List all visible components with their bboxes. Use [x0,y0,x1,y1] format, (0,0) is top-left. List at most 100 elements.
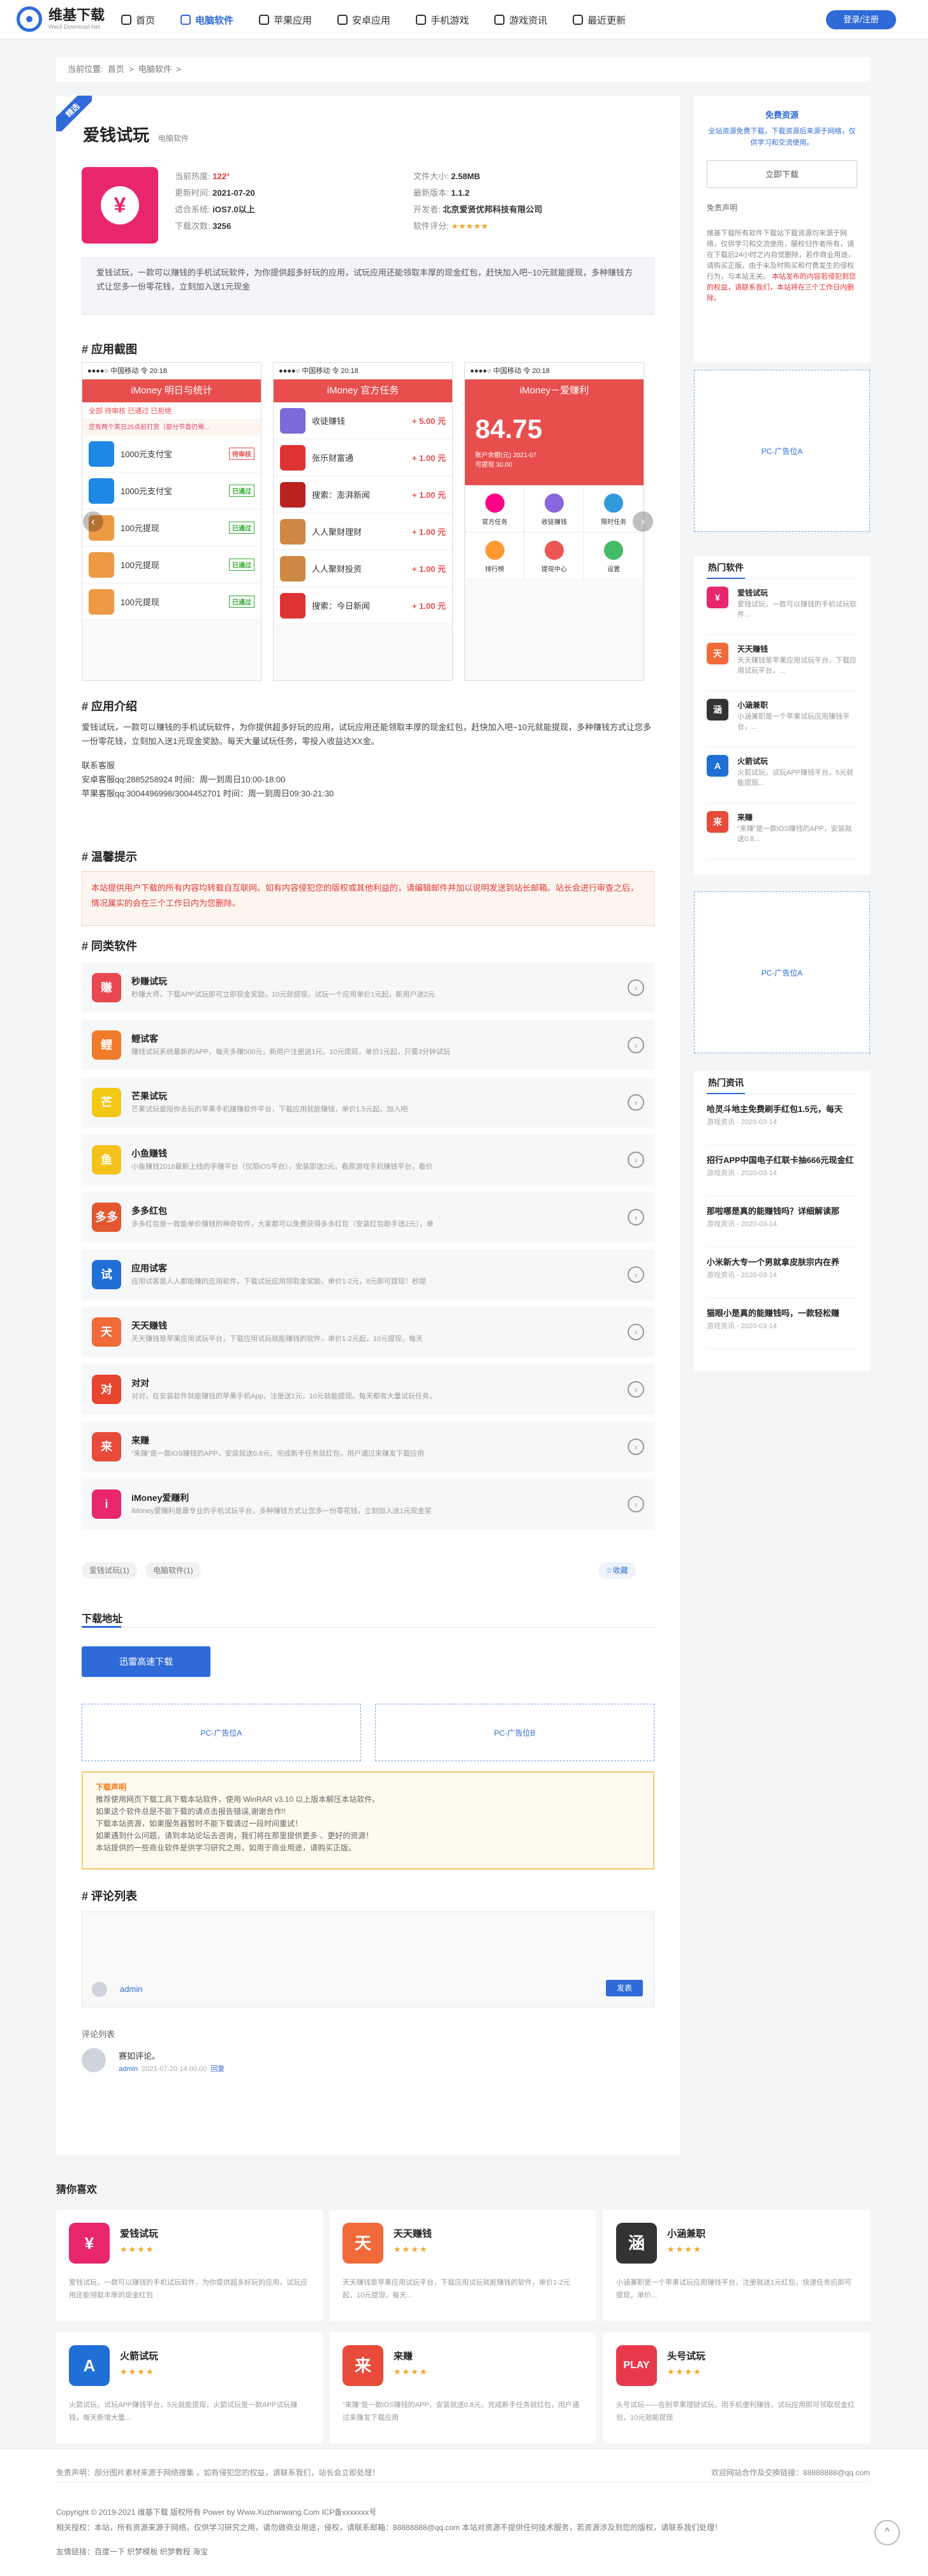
chevron-right-icon[interactable]: › [628,1324,644,1340]
gamepad-icon [416,15,427,25]
hot-software-item[interactable]: A 火箭试玩 火箭试玩，试玩APP赚钱平台，5元就能提现... [707,747,857,803]
ad-slot-b[interactable]: PC-广告位B [375,1704,654,1761]
gallery-next-arrow-icon[interactable]: › [633,511,653,532]
rating-stars: ★★★★ [394,2367,429,2376]
tag-category[interactable]: 电脑软件(1) [145,1562,201,1579]
similar-app-item[interactable]: 鱼 小鱼赚钱 小鱼赚钱2016最新上线的手赚平台（仅限iOS平台），安装即送2元… [82,1135,654,1185]
main-nav: 首页 电脑软件 苹果应用 安卓应用 手机游戏 游戏资讯 最近更新 [121,0,651,40]
similar-app-item[interactable]: 芒 芒果试玩 芒果试玩是陪你去玩的苹果手机赚赚软件平台，下载应用就能赚钱，单价1… [82,1078,654,1127]
app-icon: 芒 [92,1088,121,1117]
site-logo[interactable]: 维基下载 WeiJi Download Net [17,6,105,32]
back-to-top-icon[interactable]: ^ [874,2520,900,2545]
download-notice: 下载声明 推荐使用网页下载工具下载本站软件，使用 WinRAR v3.10 以上… [82,1771,654,1870]
app-summary: 爱钱试玩，一款可以赚钱的手机试玩软件，为你提供超多好玩的应用，试玩应用还能领取丰… [82,258,654,315]
similar-app-item[interactable]: 来 来赚 “来赚”是一款iOS赚钱的APP，安装就送0.8元，完成新手任务就红包… [82,1422,654,1472]
nav-apple-apps[interactable]: 苹果应用 [259,0,312,40]
nav-home[interactable]: 首页 [121,0,155,40]
download-now-button[interactable]: 立即下载 [707,160,857,188]
similar-app-item[interactable]: 多多 多多红包 多多红包是一款能单价赚钱的神奇软件，大家都可以免费获得多多红包（… [82,1192,654,1242]
screenshot-1[interactable]: ●●●●○ 中国移动 令 20:18 iMoney 明日与统计 全部 待审核 已… [82,362,261,681]
app-icon: 来 [707,811,728,833]
hot-news-item[interactable]: 小米新大专一个男就拿皮肤宗内在养 游戏资讯 - 2020-03-14 [707,1247,857,1298]
clock-icon [573,15,584,25]
app-icon: PLAY [616,2345,657,2386]
hot-software-item[interactable]: ¥ 爱钱试玩 爱钱试玩，一款可以赚钱的手机试玩软件... [707,579,857,635]
breadcrumb-home[interactable]: 首页 [108,64,124,74]
app-icon: 賺 [92,973,121,1002]
chevron-right-icon[interactable]: › [628,1152,644,1168]
guess-app-card[interactable]: ¥ 爱钱试玩 ★★★★ 爱钱试玩，一款可以赚钱的手机试玩软件，为你提供超多好玩的… [56,2210,323,2321]
reply-link[interactable]: 回复 [210,2065,225,2073]
nav-game-news[interactable]: 游戏资讯 [494,0,547,40]
chevron-right-icon[interactable]: › [628,979,644,996]
ad-slot-a[interactable]: PC-广告位A [82,1704,361,1761]
chevron-right-icon[interactable]: › [628,1496,644,1512]
similar-app-item[interactable]: i iMoney爱赚利 iMoney爱赚利是最专业的手机试玩平台，多种赚钱方式让… [82,1479,654,1529]
guess-heading: 猜你喜欢 [56,2184,98,2195]
guess-app-card[interactable]: PLAY 头号试玩 ★★★★ 头号试玩——告别苹果理财试玩，用手机便利赚钱，试玩… [603,2332,870,2443]
hot-news-item[interactable]: 猫眼小是真的能赚钱吗，一款轻松赚 游戏资讯 - 2020-03-14 [707,1298,857,1349]
guess-app-card[interactable]: 涵 小涵兼职 ★★★★ 小涵兼职是一个苹果试玩应用赚钱平台，注册就送1元红包，快… [603,2210,870,2321]
site-footer: 免责声明：部分图片素材来源于网络搜集 ，如有侵犯您的权益，请联系我们，站长会立即… [0,2448,928,2576]
app-icon: 涵 [616,2223,657,2264]
pc-icon [180,15,191,25]
chevron-right-icon[interactable]: › [628,1037,644,1053]
news-icon [494,15,505,25]
comment-input[interactable] [82,1912,654,2007]
logo-icon [17,6,42,32]
hot-news-item[interactable]: 哈灵斗地主免费刷手红包1.5元，每天 游戏资讯 - 2020-03-14 [707,1094,857,1145]
rating-stars: ★★★★ [667,2367,702,2376]
screenshot-2[interactable]: ●●●●○ 中国移动 令 20:18 iMoney 官方任务 收徒赚钱 + 5.0… [273,362,453,681]
avatar [92,1982,107,1997]
submit-comment-button[interactable]: 发表 [606,1980,643,1996]
chevron-right-icon[interactable]: › [628,1381,644,1398]
rating-stars: ★★★★ [120,2244,155,2254]
app-icon: 来 [92,1432,121,1461]
sidebar-ad-slot-1[interactable]: PC-广告位A [694,370,870,532]
nav-android-apps[interactable]: 安卓应用 [337,0,390,40]
nav-mobile-games[interactable]: 手机游戏 [416,0,469,40]
guess-app-card[interactable]: A 火箭试玩 ★★★★ 火箭试玩，试玩APP赚钱平台，5元就能提现，火箭试玩是一… [56,2332,323,2443]
hot-software-item[interactable]: 涵 小涵兼职 小涵兼职是一个苹果试玩应用赚钱平台，... [707,691,857,747]
app-intro: 爱钱试玩，一款可以赚钱的手机试玩软件，为你提供超多好玩的应用，试玩应用还能领取丰… [82,722,652,798]
favorite-button[interactable]: ☆收藏 [598,1562,636,1579]
guess-app-card[interactable]: 来 来赚 ★★★★ “来赚”是一款iOS赚钱的APP，安装就送0.8元，完成新手… [330,2332,596,2443]
similar-app-item[interactable]: 鲤 鲤试客 赚钱试玩系统最新的APP，每天多赚500元，新用户注册送1元，10元… [82,1020,654,1070]
warning-text: 本站提供用户下载的所有内容均转载自互联网。如有内容侵犯您的版权或其他利益的，请编… [82,871,654,926]
hot-news-item[interactable]: 招行APP中国电子红联卡抽666元现金红 游戏资讯 - 2020-03-14 [707,1145,857,1196]
login-register-button[interactable]: 登录/注册 [826,10,896,29]
comment-text: 赛如评论。 [119,2051,161,2061]
download-heading: 下载地址 [82,1614,123,1625]
breadcrumb-category[interactable]: 电脑软件 [138,64,172,74]
tag-app[interactable]: 爱钱试玩(1) [82,1562,137,1579]
hot-software-item[interactable]: 天 天天赚钱 天天赚钱是苹果应用试玩平台，下载应用试玩平台，... [707,635,857,691]
similar-app-item[interactable]: 天 天天赚钱 天天赚钱是苹果应用试玩平台，下载应用试玩就能赚钱的软件，单价1-2… [82,1307,654,1357]
rating-stars: ★★★★★ [451,221,489,231]
app-icon: 天 [342,2223,383,2264]
android-icon [337,15,348,25]
guess-app-card[interactable]: 天 天天赚钱 ★★★★ 天天赚钱是苹果应用试玩平台，下载应用试玩就能赚钱的软件，… [330,2210,596,2321]
friend-links[interactable]: 友情链接：百度一下 织梦模板 织梦教程 海宝 [56,2545,208,2559]
sidebar-free-resources: 免费资源 全站资源免费下载，下载资源后来源于网络，仅供学习和交流使用。 立即下载… [694,96,870,242]
hot-news-item[interactable]: 那啦哪是真的能赚钱吗？详细解读那 游戏资讯 - 2020-03-14 [707,1196,857,1247]
nav-recent-updates[interactable]: 最近更新 [573,0,626,40]
sidebar-hot-software: 热门软件 ¥ 爱钱试玩 爱钱试玩，一款可以赚钱的手机试玩软件... 天 天天赚钱天… [694,556,870,875]
chevron-right-icon[interactable]: › [628,1209,644,1226]
screenshot-3[interactable]: ●●●●○ 中国移动 令 20:18 iMoney－爱赚利 84.75 账户余额… [464,362,644,681]
hot-software-item[interactable]: 来 来赚 “来赚”是一款iOS赚钱的APP，安装就送0.8... [707,803,857,860]
nav-pc-software[interactable]: 电脑软件 [180,0,233,40]
similar-app-item[interactable]: 试 应用试客 应用试客是人人都能赚的应用软件，下载试玩应用领取金奖励，单价1-2… [82,1250,654,1299]
chevron-right-icon[interactable]: › [628,1438,644,1455]
comment-list-label: 评论列表 [82,2030,115,2039]
chevron-right-icon[interactable]: › [628,1094,644,1111]
similar-app-item[interactable]: 賺 秒赚试玩 秒赚大师，下载APP试玩即可立即现金奖励，10元就提现，试玩一个应… [82,963,654,1013]
app-icon: 天 [707,643,728,664]
similar-app-item[interactable]: 对 对对 对对，在安装软件就能赚钱的苹果手机App，注册送1元，10元就能提现。… [82,1365,654,1414]
sidebar-hot-news: 热门资讯 哈灵斗地主免费刷手红包1.5元，每天 游戏资讯 - 2020-03-14… [694,1071,870,1371]
sidebar-ad-slot-2[interactable]: PC-广告位A [694,891,870,1053]
chevron-right-icon[interactable]: › [628,1266,644,1283]
gallery-prev-arrow-icon[interactable]: ‹ [83,511,103,532]
comment-user[interactable]: admin [120,1984,142,1994]
download-button[interactable]: 迅雷高速下载 [82,1646,210,1677]
app-icon: 来 [342,2345,383,2386]
